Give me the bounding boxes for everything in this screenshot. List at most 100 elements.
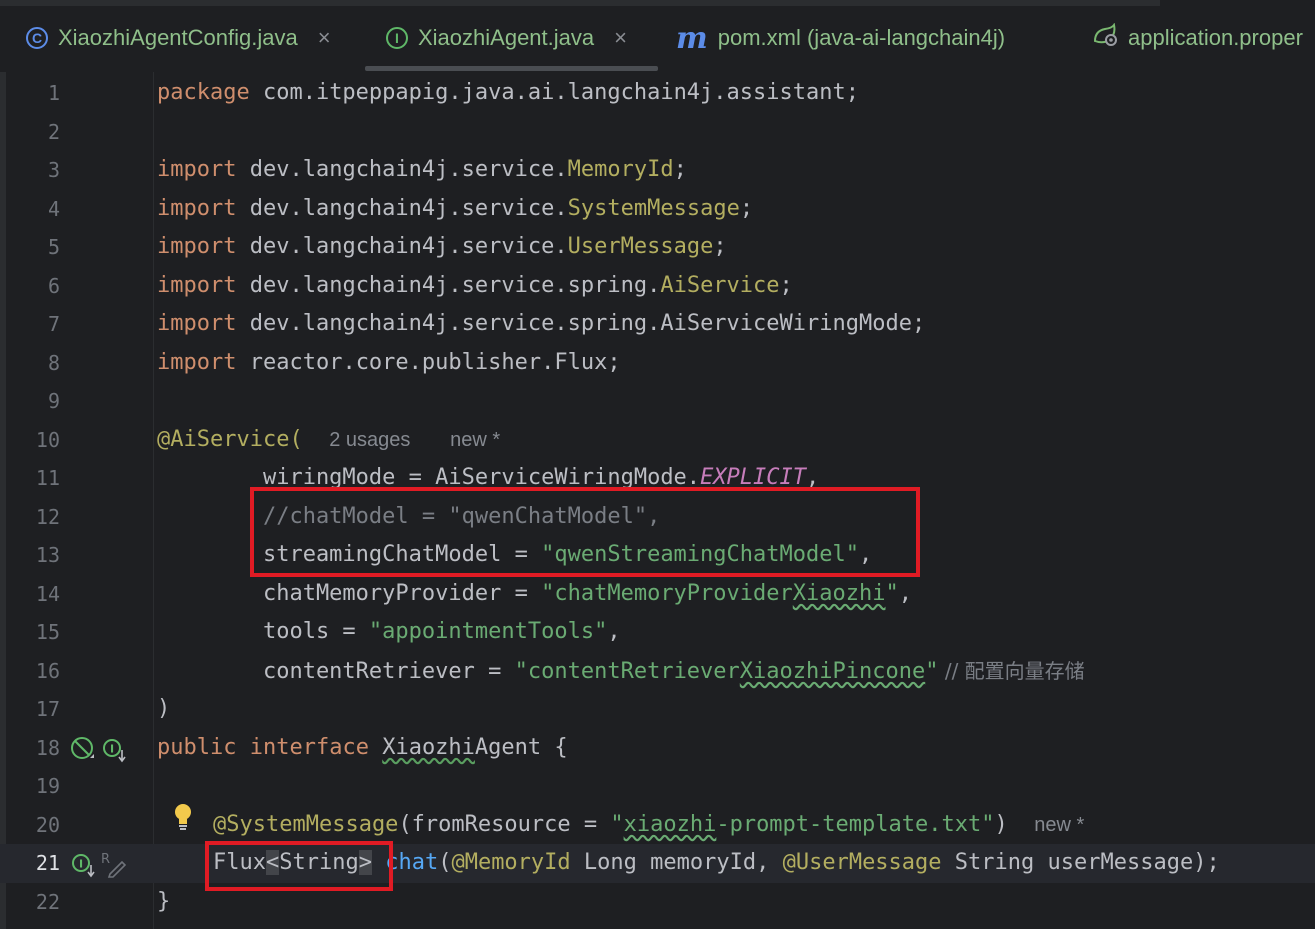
lightbulb-icon[interactable] <box>172 802 192 832</box>
keyword: import <box>157 311 237 336</box>
active-tab-indicator <box>365 66 658 71</box>
implementing-method-icon[interactable]: I <box>72 853 98 883</box>
code-line[interactable]: 7 import dev.langchain4j.service.spring.… <box>0 305 1315 344</box>
code-text: @SystemMessage(fromResource = "xiaozhi-p… <box>213 806 1084 844</box>
tab-xiaozhi-agent-config[interactable]: C XiaozhiAgentConfig.java × <box>26 12 331 64</box>
string-literal: " <box>610 811 624 837</box>
attr-text: tools = <box>157 619 369 644</box>
reactive-edit-icon[interactable]: R <box>100 850 128 882</box>
code-line[interactable]: 9 <box>0 382 1315 421</box>
line-number: 15 <box>35 620 60 644</box>
code-text: import dev.langchain4j.service.MemoryId; <box>157 151 687 189</box>
interface-name-typo[interactable]: Xiaozhi <box>382 735 475 760</box>
author-hint[interactable]: new * <box>450 429 500 451</box>
line-number: 13 <box>35 543 60 567</box>
tab-label: XiaozhiAgentConfig.java <box>58 25 298 50</box>
code-line[interactable]: 5 import dev.langchain4j.service.UserMes… <box>0 228 1315 267</box>
import-class: UserMessage <box>567 234 714 259</box>
line-number: 8 <box>47 350 60 375</box>
code-text: tools = "appointmentTools", <box>157 613 621 651</box>
line-number: 11 <box>35 466 60 490</box>
code-line[interactable]: 19 <box>0 767 1315 806</box>
code-line[interactable]: 2 <box>0 113 1315 152</box>
comma: , <box>898 580 912 606</box>
line-number: 3 <box>47 158 60 182</box>
code-text: import dev.langchain4j.service.SystemMes… <box>157 190 753 228</box>
line-number: 1 <box>47 81 60 105</box>
annotation: @MemoryId <box>451 850 571 875</box>
package-name: com.itpeppapig.java.ai.langchain4j.assis… <box>249 80 859 105</box>
semicolon: ; <box>673 157 687 182</box>
editor-tab-bar: C XiaozhiAgentConfig.java × I XiaozhiAge… <box>0 0 1315 72</box>
param: String userMessage); <box>941 850 1220 875</box>
string-literal: " <box>925 658 939 684</box>
line-number: 21 <box>35 851 60 875</box>
line-number: 17 <box>35 697 60 721</box>
code-line[interactable]: 22 } <box>0 883 1315 922</box>
keyword: public <box>157 734 237 760</box>
tab-pom-xml[interactable]: m pom.xml (java-ai-langchain4j) <box>676 12 1005 64</box>
tab-label: application.proper <box>1128 25 1303 50</box>
code-line[interactable]: 4 import dev.langchain4j.service.SystemM… <box>0 190 1315 229</box>
line-number: 6 <box>47 273 60 298</box>
code-line[interactable]: 14 chatMemoryProvider = "chatMemoryProvi… <box>0 575 1315 614</box>
tab-bar-scrollbar[interactable] <box>0 0 1160 6</box>
comment: // 配置向量存储 <box>938 658 1085 683</box>
code-line[interactable]: 18 I public interface XiaozhiAgent { <box>0 729 1315 768</box>
line-number: 10 <box>35 427 60 452</box>
paren: ) <box>994 811 1008 837</box>
string-literal: "contentRetriever <box>514 658 740 684</box>
usages-hint[interactable]: 2 usages <box>329 429 410 451</box>
code-line-current[interactable]: 21 I R Flux<String> chat(@MemoryId Long … <box>0 844 1315 883</box>
code-text: import dev.langchain4j.service.spring.Ai… <box>157 305 925 343</box>
code-line[interactable]: 17 ) <box>0 690 1315 729</box>
keyword: import <box>157 195 237 221</box>
code-line[interactable]: 8 import reactor.core.publisher.Flux; <box>0 344 1315 383</box>
keyword: import <box>157 272 237 298</box>
class-icon: C <box>26 27 48 49</box>
import-class: MemoryId <box>567 157 674 182</box>
svg-text:I: I <box>110 742 114 755</box>
code-line[interactable]: 20 @SystemMessage(fromResource = "xiaozh… <box>0 806 1315 845</box>
code-text: } <box>157 888 171 914</box>
keyword: import <box>157 349 237 375</box>
comma: , <box>607 619 621 644</box>
code-text: import dev.langchain4j.service.UserMessa… <box>157 228 727 266</box>
interface-name: Agent <box>474 734 542 760</box>
code-text: @AiService( 2 usages new * <box>157 421 500 459</box>
close-icon[interactable]: × <box>318 25 331 51</box>
line-number: 5 <box>47 235 60 259</box>
import-path: dev.langchain4j.service. <box>236 157 568 182</box>
code-text: import reactor.core.publisher.Flux; <box>157 344 621 382</box>
code-text: public interface XiaozhiAgent { <box>157 729 568 767</box>
author-hint[interactable]: new * <box>1034 814 1084 836</box>
line-number: 2 <box>47 119 60 144</box>
code-text: ) <box>157 696 171 721</box>
typo-string[interactable]: xiaozhi <box>624 812 717 837</box>
tab-label: pom.xml (java-ai-langchain4j) <box>717 25 1006 50</box>
tab-xiaozhi-agent[interactable]: I XiaozhiAgent.java × <box>386 12 627 64</box>
attr-text: (fromResource = <box>398 811 611 837</box>
code-line[interactable]: 15 tools = "appointmentTools", <box>0 613 1315 652</box>
close-icon[interactable]: × <box>614 25 627 51</box>
import-path: dev.langchain4j.service. <box>236 195 568 221</box>
annotation: @SystemMessage <box>213 811 399 837</box>
code-line[interactable]: 1 package com.itpeppapig.java.ai.langcha… <box>0 74 1315 113</box>
code-editor[interactable]: 1 package com.itpeppapig.java.ai.langcha… <box>0 72 1315 929</box>
line-number: 20 <box>35 812 60 837</box>
code-line[interactable]: 16 contentRetriever = "contentRetrieverX… <box>0 652 1315 691</box>
svg-text:R: R <box>101 852 110 867</box>
line-number: 19 <box>35 774 60 798</box>
typo-string[interactable]: Xiaozhi <box>793 581 886 606</box>
import-path: dev.langchain4j.service. <box>236 234 568 259</box>
code-line[interactable]: 3 import dev.langchain4j.service.MemoryI… <box>0 151 1315 190</box>
code-text: contentRetriever = "contentRetrieverXiao… <box>157 652 1085 691</box>
line-number: 9 <box>47 389 60 413</box>
implemented-interface-icon[interactable]: I <box>102 738 128 768</box>
tab-application-properties[interactable]: application.proper <box>1092 12 1303 64</box>
code-line[interactable]: 6 import dev.langchain4j.service.spring.… <box>0 267 1315 306</box>
typo-string[interactable]: XiaozhiPincone <box>740 659 925 684</box>
svg-text:I: I <box>79 858 83 871</box>
no-bean-icon[interactable] <box>70 736 96 766</box>
code-line[interactable]: 10 @AiService( 2 usages new * <box>0 421 1315 460</box>
